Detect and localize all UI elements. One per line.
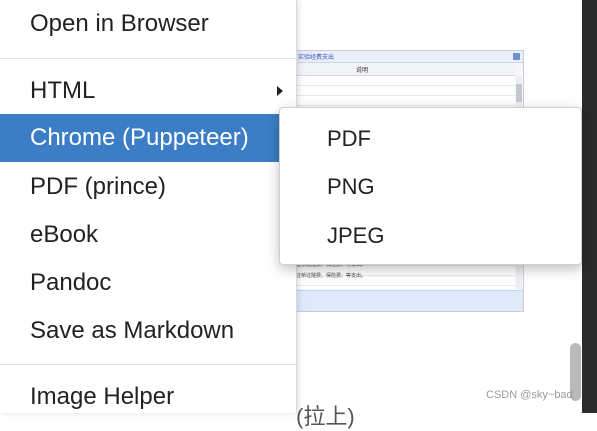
menu-item-label: Pandoc (30, 269, 112, 296)
menu-item-label: Open in Browser (30, 10, 209, 37)
menu-item-pdf-prince[interactable]: PDF (prince) (0, 163, 296, 211)
menu-item-image-helper[interactable]: Image Helper (0, 373, 296, 421)
submenu-item-label: PDF (327, 126, 371, 151)
embedded-column-header: 说明 (284, 63, 515, 76)
menu-item-chrome-puppeteer[interactable]: Chrome (Puppeteer) (0, 114, 296, 162)
menu-item-ebook[interactable]: eBook (0, 211, 296, 259)
embedded-tab-text: 实验经费支出 (298, 55, 335, 61)
watermark: CSDN @sky~bad (486, 389, 573, 401)
embedded-column-header-text: 说明 (356, 68, 369, 74)
embedded-footer-bar (284, 290, 523, 311)
menu-item-save-as-markdown[interactable]: Save as Markdown (0, 307, 296, 355)
menu-item-label: HTML (30, 77, 96, 104)
menu-item-html[interactable]: HTML (0, 67, 296, 115)
embedded-scrollbar-thumb (516, 84, 522, 102)
menu-item-pandoc[interactable]: Pandoc (0, 259, 296, 307)
menu-item-label: Save as Markdown (30, 317, 235, 344)
menu-divider (0, 364, 296, 365)
submenu-item-jpeg[interactable]: JPEG (280, 212, 581, 260)
menu-item-label: eBook (30, 221, 99, 248)
menu-item-label: Chrome (Puppeteer) (30, 124, 249, 151)
document-partial-text: (拉上) (296, 404, 355, 429)
embedded-help-icon (513, 53, 520, 60)
embedded-toolbar: 实验经费支出 (284, 51, 523, 63)
menu-item-label: Image Helper (30, 383, 175, 410)
window-edge (582, 0, 597, 413)
chrome-puppeteer-submenu: PDF PNG JPEG (279, 107, 582, 265)
menu-item-open-in-browser[interactable]: Open in Browser (0, 0, 296, 48)
submenu-item-label: PNG (327, 174, 375, 199)
submenu-item-png[interactable]: PNG (280, 163, 581, 211)
embedded-row-text: ……过桥过隧费、保险费、等支出。 (286, 273, 367, 279)
export-context-menu: Open in Browser HTML Chrome (Puppeteer) … (0, 0, 297, 413)
submenu-item-label: JPEG (327, 223, 385, 248)
menu-divider (0, 58, 296, 59)
submenu-item-pdf[interactable]: PDF (280, 115, 581, 163)
menu-item-label: PDF (prince) (30, 173, 167, 200)
